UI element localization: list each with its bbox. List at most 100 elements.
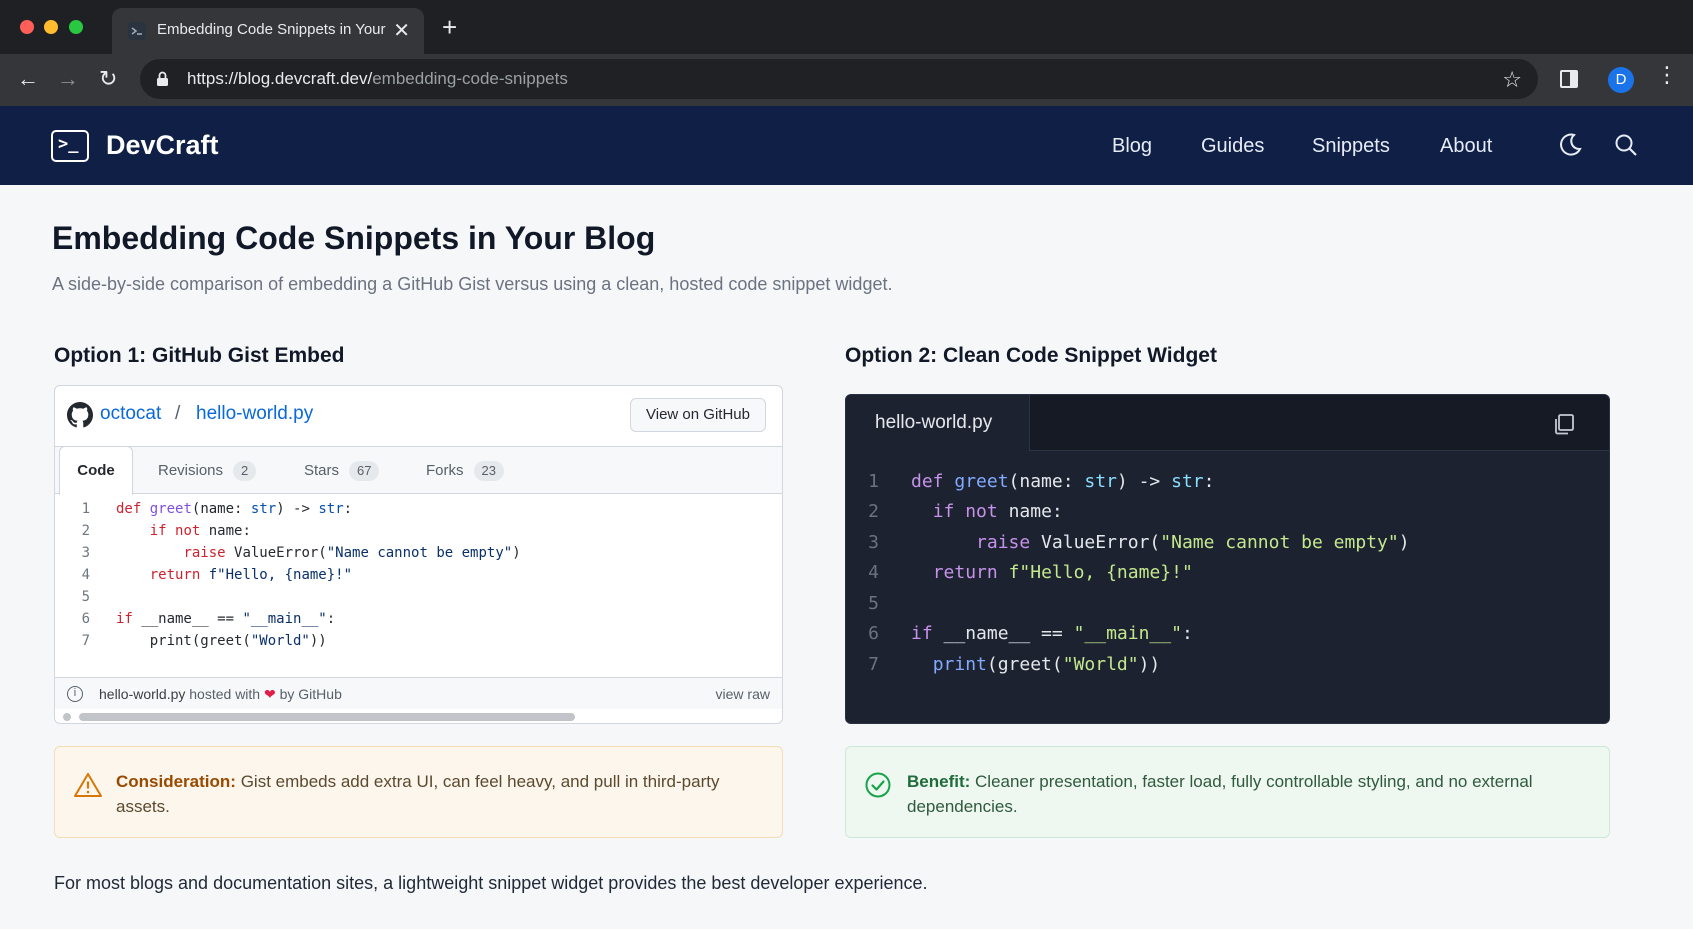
widget-file-tab[interactable]: hello-world.py bbox=[846, 395, 1030, 451]
tab-stars[interactable]: Stars 67 bbox=[304, 447, 380, 495]
code-text: if __name__ == "__main__": bbox=[116, 611, 336, 627]
gist-filename-link[interactable]: hello-world.py bbox=[196, 403, 313, 425]
gist-footer-filename[interactable]: hello-world.py bbox=[99, 686, 185, 702]
nav-about[interactable]: About bbox=[1440, 135, 1492, 158]
nav-snippets[interactable]: Snippets bbox=[1312, 135, 1390, 158]
warning-triangle-icon bbox=[74, 773, 102, 797]
line-number: 5 bbox=[81, 589, 90, 605]
side-panel-icon[interactable] bbox=[1560, 70, 1578, 88]
benefit-callout: Benefit: Cleaner presentation, faster lo… bbox=[845, 746, 1610, 838]
code-text: raise ValueError("Name cannot be empty") bbox=[183, 545, 521, 561]
tab-code[interactable]: Code bbox=[59, 446, 133, 495]
moon-icon[interactable] bbox=[1557, 132, 1583, 158]
code-text: raise ValueError("Name cannot be empty") bbox=[976, 532, 1410, 553]
logo-glyph: >_ bbox=[58, 134, 79, 154]
info-icon: i bbox=[67, 686, 83, 702]
view-raw-link[interactable]: view raw bbox=[716, 686, 770, 702]
code-text: def greet(name: str) -> str: bbox=[911, 471, 1215, 492]
new-tab-icon[interactable]: + bbox=[442, 14, 457, 40]
lock-icon bbox=[157, 71, 168, 86]
consideration-callout: Consideration: Gist embeds add extra UI,… bbox=[54, 746, 783, 838]
url-path: embedding-code-snippets bbox=[372, 69, 568, 88]
terminal-favicon-icon bbox=[128, 22, 146, 40]
gist-path-separator: / bbox=[175, 403, 181, 424]
tab-revisions-label: Revisions bbox=[158, 462, 224, 479]
url-text: https://blog.devcraft.dev/embedding-code… bbox=[187, 69, 568, 89]
tab-code-label: Code bbox=[77, 462, 115, 479]
window-zoom-button[interactable] bbox=[69, 20, 83, 34]
line-number: 5 bbox=[868, 593, 879, 614]
gist-tabs: Code Revisions 2 Stars 67 Forks 23 bbox=[55, 446, 782, 495]
profile-avatar[interactable]: D bbox=[1608, 67, 1634, 93]
heart-icon: ❤ bbox=[263, 686, 276, 702]
forward-arrow-icon[interactable]: → bbox=[57, 68, 79, 90]
browser-menu-icon[interactable]: ⋮ bbox=[1656, 64, 1678, 86]
line-number: 3 bbox=[868, 532, 879, 553]
window-close-button[interactable] bbox=[20, 20, 34, 34]
browser-toolbar: ← → ↻ https://blog.devcraft.dev/embeddin… bbox=[0, 54, 1693, 106]
benefit-lead: Benefit: bbox=[907, 772, 971, 791]
scrollbar-thumb[interactable] bbox=[79, 713, 575, 721]
forks-count-badge: 23 bbox=[473, 461, 504, 481]
code-text: print(greet("World")) bbox=[932, 654, 1161, 675]
code-text: print(greet("World")) bbox=[116, 633, 327, 649]
tab-forks-label: Forks bbox=[426, 462, 464, 479]
address-bar[interactable]: https://blog.devcraft.dev/embedding-code… bbox=[140, 59, 1538, 99]
search-icon[interactable] bbox=[1613, 132, 1639, 158]
browser-tab-bar: Embedding Code Snippets in Your Blog ✕ + bbox=[0, 0, 1693, 54]
tab-revisions[interactable]: Revisions 2 bbox=[158, 447, 257, 495]
code-text: def greet(name: str) -> str: bbox=[116, 501, 353, 517]
code-text: if not name: bbox=[149, 523, 251, 539]
line-number: 6 bbox=[868, 623, 879, 644]
consideration-lead: Consideration: bbox=[116, 772, 236, 791]
tab-forks[interactable]: Forks 23 bbox=[426, 447, 504, 495]
url-host: https://blog.devcraft.dev/ bbox=[187, 69, 373, 88]
line-number: 2 bbox=[81, 523, 90, 539]
snippet-widget: hello-world.py 1 def greet(name: str) -> … bbox=[845, 394, 1610, 724]
horizontal-scrollbar[interactable] bbox=[63, 713, 775, 721]
option2-heading: Option 2: Clean Code Snippet Widget bbox=[845, 344, 1217, 367]
line-number: 6 bbox=[81, 611, 90, 627]
site-brand[interactable]: DevCraft bbox=[106, 130, 219, 161]
nav-blog[interactable]: Blog bbox=[1112, 135, 1152, 158]
gist-hosted-text: hello-world.py hosted with ❤ by GitHub bbox=[99, 686, 342, 703]
gist-owner-link[interactable]: octocat bbox=[100, 403, 161, 425]
stars-count-badge: 67 bbox=[349, 461, 380, 481]
window-minimize-button[interactable] bbox=[44, 20, 58, 34]
gist-footer: i hello-world.py hosted with ❤ by GitHub… bbox=[55, 677, 782, 709]
tab-close-icon[interactable]: ✕ bbox=[393, 18, 410, 43]
widget-tab-bar bbox=[1030, 395, 1609, 451]
consideration-text: Consideration: Gist embeds add extra UI,… bbox=[116, 769, 746, 819]
benefit-text: Benefit: Cleaner presentation, faster lo… bbox=[907, 769, 1573, 819]
gist-footer-by[interactable]: by GitHub bbox=[280, 686, 342, 702]
line-number: 3 bbox=[81, 545, 90, 561]
scrollbar-left-cap[interactable] bbox=[63, 713, 71, 721]
terminal-logo-icon[interactable]: >_ bbox=[51, 130, 89, 162]
github-logo-icon[interactable] bbox=[67, 402, 93, 428]
code-text: if not name: bbox=[932, 501, 1063, 522]
view-on-github-button[interactable]: View on GitHub bbox=[630, 398, 766, 432]
closing-paragraph: For most blogs and documentation sites, … bbox=[54, 873, 928, 893]
gist-header: octocat / hello-world.py View on GitHub bbox=[55, 386, 782, 446]
line-number: 1 bbox=[81, 501, 90, 517]
option1-heading: Option 1: GitHub Gist Embed bbox=[54, 344, 345, 367]
copy-icon[interactable] bbox=[1552, 412, 1576, 436]
line-number: 1 bbox=[868, 471, 879, 492]
tab-stars-label: Stars bbox=[304, 462, 340, 479]
bookmark-star-icon[interactable]: ☆ bbox=[1502, 67, 1522, 93]
nav-guides[interactable]: Guides bbox=[1201, 135, 1264, 158]
line-number: 4 bbox=[868, 562, 879, 583]
revisions-count-badge: 2 bbox=[233, 461, 257, 481]
code-text: return f"Hello, {name}!" bbox=[932, 562, 1193, 583]
line-number: 2 bbox=[868, 501, 879, 522]
browser-tab-active[interactable]: Embedding Code Snippets in Your Blog ✕ bbox=[112, 8, 424, 54]
site-header: >_ DevCraft Blog Guides Snippets About bbox=[0, 106, 1693, 185]
gist-code-block[interactable]: 1 def greet(name: str) -> str: 2 if not n… bbox=[55, 494, 782, 677]
reload-icon[interactable]: ↻ bbox=[99, 68, 117, 90]
check-circle-icon bbox=[865, 772, 891, 798]
line-number: 7 bbox=[81, 633, 90, 649]
code-text: if __name__ == "__main__": bbox=[911, 623, 1193, 644]
back-arrow-icon[interactable]: ← bbox=[17, 68, 39, 90]
benefit-body: Cleaner presentation, faster load, fully… bbox=[907, 772, 1533, 816]
line-number: 7 bbox=[868, 654, 879, 675]
